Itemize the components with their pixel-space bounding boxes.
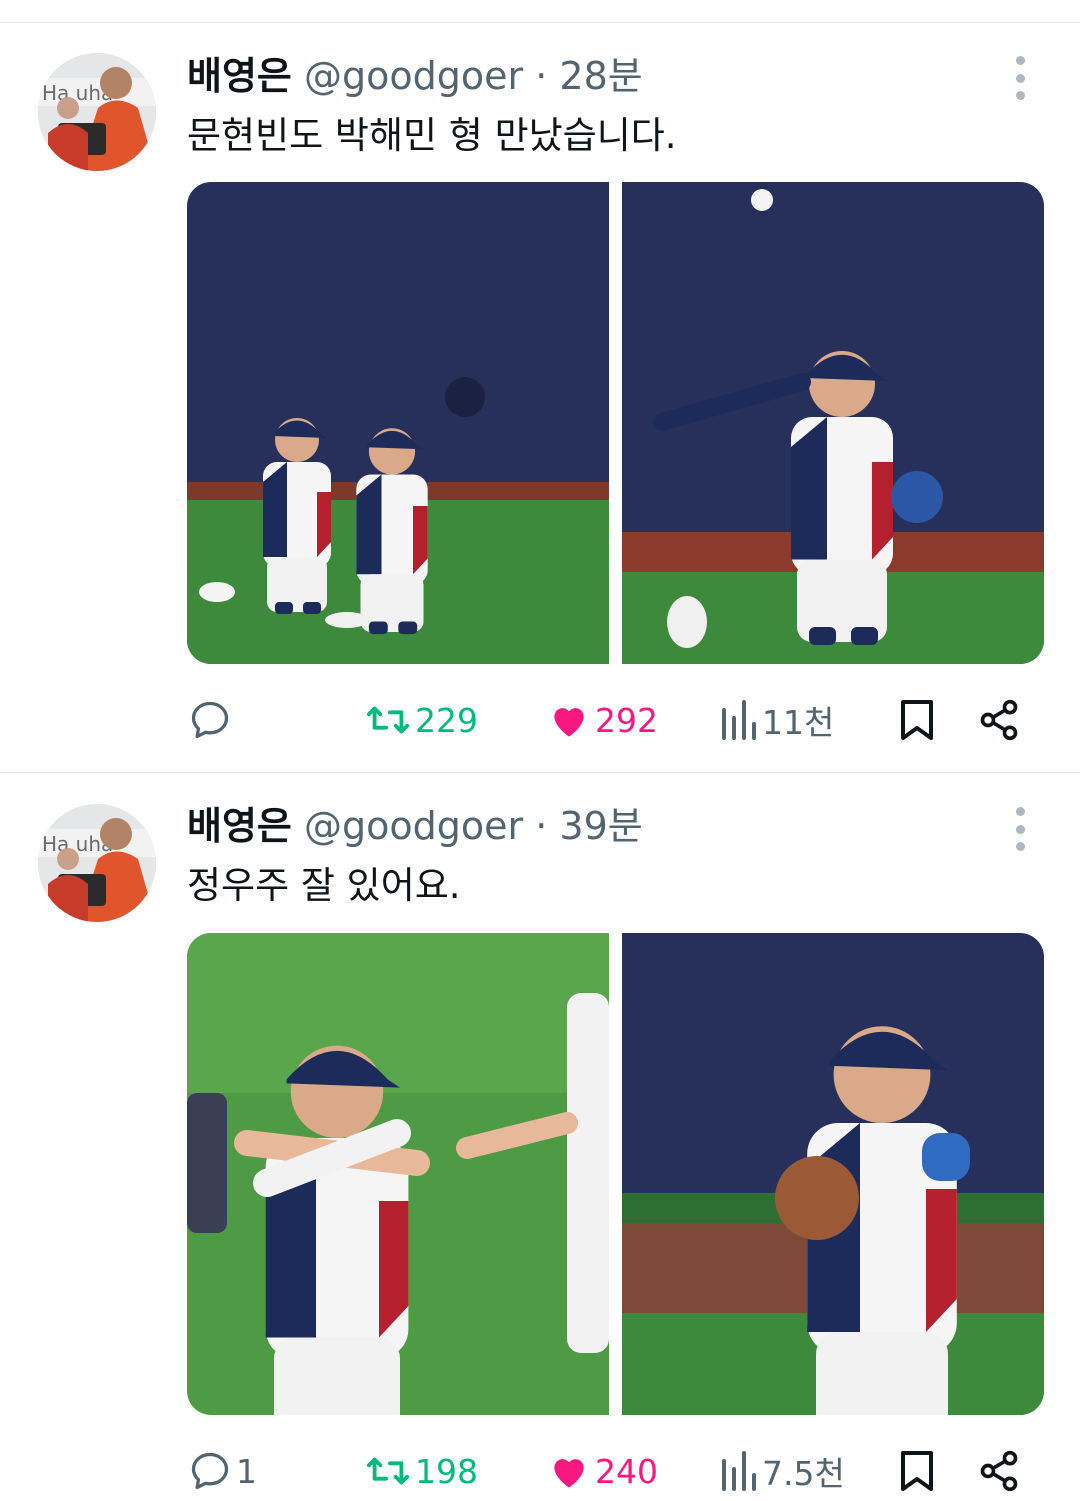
avatar[interactable]: Ha uha [38,804,156,922]
reply-icon [191,701,229,739]
top-divider [0,22,1080,23]
views-icon [722,1451,756,1491]
tweet-image[interactable] [187,182,609,664]
bookmark-icon [901,700,933,740]
reply-icon [191,1452,229,1490]
more-icon[interactable] [1008,807,1032,851]
views-button[interactable]: 7.5천 [718,1441,845,1501]
like-button[interactable]: 292 [547,690,658,750]
like-count: 240 [595,1451,658,1491]
tweet-header: 배영은 @goodgoer · 28분 [187,51,643,101]
bookmark-button[interactable] [897,690,937,750]
retweet-icon [366,706,410,734]
more-icon[interactable] [1008,56,1032,100]
tweet-divider [0,772,1080,773]
tweet-actions: 229 292 11천 [0,690,1080,750]
like-icon [554,708,584,737]
separator: · [535,54,548,98]
tweet-text: 문현빈도 박해민 형 만났습니다. [187,114,677,157]
author-name[interactable]: 배영은 [187,804,292,848]
like-count: 292 [595,700,658,740]
reply-button[interactable] [188,690,236,750]
views-button[interactable]: 11천 [718,690,834,750]
share-button[interactable] [977,1441,1021,1501]
share-icon [980,699,1018,741]
timestamp[interactable]: 39분 [559,804,642,848]
retweet-button[interactable]: 229 [365,690,478,750]
tweet-image[interactable] [622,182,1044,664]
retweet-count: 229 [415,700,478,740]
like-button[interactable]: 240 [547,1441,658,1501]
separator: · [535,804,548,848]
timestamp[interactable]: 28분 [559,54,642,98]
views-icon [722,700,756,740]
retweet-button[interactable]: 198 [365,1441,478,1501]
retweet-count: 198 [415,1451,478,1491]
share-icon [980,1450,1018,1492]
share-button[interactable] [977,690,1021,750]
author-name[interactable]: 배영은 [187,54,292,98]
views-count: 7.5천 [762,1454,845,1493]
bookmark-button[interactable] [897,1441,937,1501]
tweet-image[interactable] [187,933,609,1415]
retweet-icon [366,1457,410,1485]
reply-count: 1 [236,1451,257,1491]
bookmark-icon [901,1451,933,1491]
author-handle[interactable]: @goodgoer [304,54,523,98]
tweet-image[interactable] [622,933,1044,1415]
tweet-actions: 1 198 240 7.5천 [0,1441,1080,1501]
avatar[interactable]: Ha uha [38,53,156,171]
author-handle[interactable]: @goodgoer [304,804,523,848]
tweet-text: 정우주 잘 있어요. [187,864,461,907]
views-count: 11천 [762,703,835,742]
reply-button[interactable]: 1 [188,1441,257,1501]
like-icon [554,1459,584,1488]
tweet-header: 배영은 @goodgoer · 39분 [187,801,643,851]
